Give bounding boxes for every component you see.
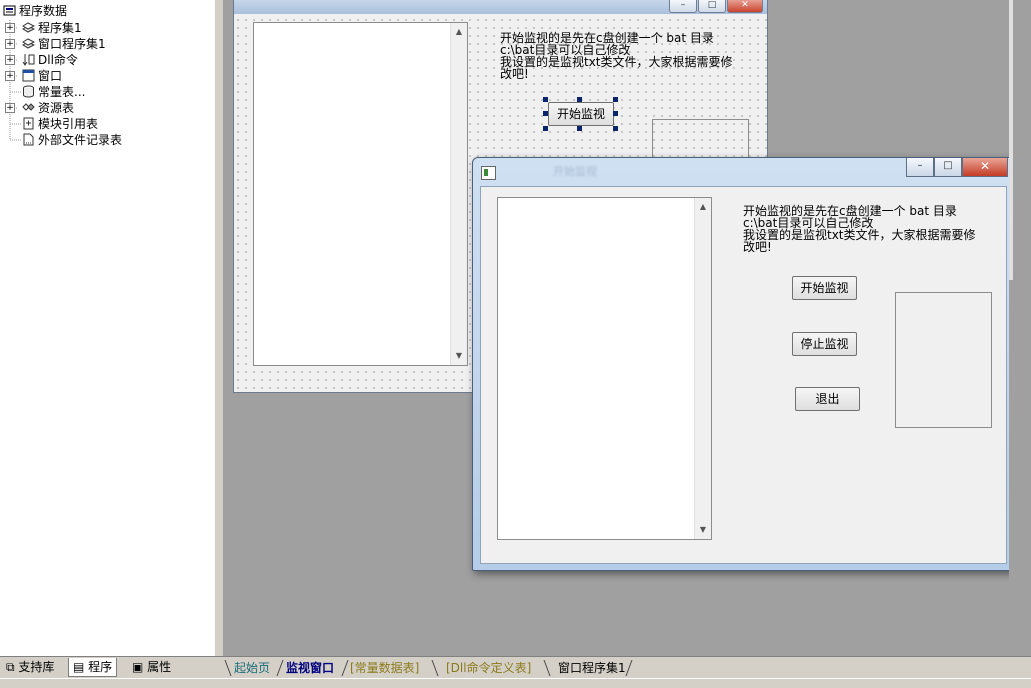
selection-handle[interactable] xyxy=(577,97,582,102)
tab-dll-definitions[interactable]: [Dll命令定义表] xyxy=(446,660,531,676)
tab-support-library[interactable]: ⧉ 支持库 xyxy=(2,658,58,676)
tab-start-page[interactable]: 起始页 xyxy=(234,660,270,676)
properties-icon: ▣ xyxy=(132,660,144,674)
selection-handle[interactable] xyxy=(543,111,548,116)
designer-info-line: 我设置的是监视txt类文件，大家根据需要修 xyxy=(500,55,733,69)
tree-item-resources[interactable]: 资源表 xyxy=(22,100,74,116)
expand-icon[interactable]: + xyxy=(5,71,15,81)
tab-program[interactable]: ▤ 程序 xyxy=(68,658,118,677)
tab-label: [常量数据表] xyxy=(350,661,420,675)
stop-monitor-button[interactable]: 停止监视 xyxy=(792,332,857,356)
splitter[interactable] xyxy=(214,0,223,656)
exit-button[interactable]: 退出 xyxy=(795,387,860,411)
scroll-up-icon[interactable]: ▲ xyxy=(695,200,711,214)
running-window: 开始监视 – □ ✕ ▲ ▼ 开始监视的是先在c盘创建一个 bat 目录 c:\… xyxy=(472,157,1015,571)
window-icon xyxy=(22,69,35,82)
stack-icon: ⧉ xyxy=(6,660,15,674)
resources-icon xyxy=(22,101,35,114)
tree-item-dll-commands[interactable]: Dll命令 xyxy=(22,52,78,68)
workspace-edge xyxy=(1009,0,1031,656)
start-monitor-button[interactable]: 开始监视 xyxy=(792,276,857,300)
tab-properties[interactable]: ▣ 属性 xyxy=(128,658,175,676)
tree-item-external-files[interactable]: 外部文件记录表 xyxy=(22,132,122,148)
tree-item-module-references[interactable]: 模块引用表 xyxy=(22,116,98,132)
tab-monitor-window[interactable]: 监视窗口 xyxy=(286,660,334,676)
tab-label: 起始页 xyxy=(234,661,271,675)
database-icon xyxy=(22,85,35,98)
designer-start-button[interactable]: 开始监视 xyxy=(548,102,614,126)
designer-titlebar: – □ ✕ xyxy=(234,0,767,14)
scrollbar[interactable]: ▲ ▼ xyxy=(450,23,467,365)
close-icon[interactable]: ✕ xyxy=(727,0,763,13)
dll-command-icon xyxy=(22,53,35,66)
tab-label: 程序 xyxy=(88,660,113,674)
expand-icon[interactable]: + xyxy=(5,39,15,49)
frame-box xyxy=(895,292,992,428)
scroll-down-icon[interactable]: ▼ xyxy=(451,349,467,363)
expand-icon[interactable]: + xyxy=(5,103,15,113)
stack-icon xyxy=(22,37,36,50)
scrollbar[interactable]: ▲ ▼ xyxy=(694,198,711,539)
close-icon[interactable]: ✕ xyxy=(962,158,1008,177)
program-tree-panel: 程序数据 + 程序集1 + 窗口程序集1 + Dll命令 + 窗口 常量表...… xyxy=(0,0,215,656)
selection-handle[interactable] xyxy=(613,111,618,116)
stack-icon xyxy=(22,21,36,34)
maximize-icon[interactable]: □ xyxy=(934,158,962,177)
scroll-up-icon[interactable]: ▲ xyxy=(451,25,467,39)
designer-info-line: 改吧! xyxy=(500,67,529,81)
tab-label: 窗口程序集1 xyxy=(558,661,626,675)
tab-label: 监视窗口 xyxy=(286,661,335,675)
document-tabs: 起始页 监视窗口 [常量数据表] [Dll命令定义表] 窗口程序集1 xyxy=(222,656,1031,679)
tab-label: [Dll命令定义表] xyxy=(446,661,532,675)
expand-icon[interactable]: + xyxy=(5,23,15,33)
tree-item-label: 程序集1 xyxy=(38,21,82,35)
selection-handle[interactable] xyxy=(613,126,618,131)
maximize-icon[interactable]: □ xyxy=(698,0,726,13)
tree-item-label: 常量表... xyxy=(38,85,86,99)
tree-item-program-set[interactable]: 程序集1 xyxy=(22,20,82,36)
module-reference-icon xyxy=(22,117,35,130)
tree-item-label: 模块引用表 xyxy=(38,117,99,131)
tree-item-label: 外部文件记录表 xyxy=(38,133,123,147)
tab-label: 支持库 xyxy=(18,660,55,674)
info-line: 改吧! xyxy=(743,240,772,254)
app-icon xyxy=(481,166,496,180)
minimize-icon[interactable]: – xyxy=(669,0,697,13)
tree-item-constants[interactable]: 常量表... xyxy=(22,84,85,100)
selection-handle[interactable] xyxy=(543,97,548,102)
file-change-listbox[interactable]: ▲ ▼ xyxy=(497,197,712,540)
program-icon: ▤ xyxy=(73,660,85,674)
tree-item-label: 窗口 xyxy=(38,69,63,83)
window-title: 开始监视 xyxy=(553,165,597,178)
tree-item-label: 窗口程序集1 xyxy=(38,37,106,51)
tree-item-label: Dll命令 xyxy=(38,53,78,67)
info-line: 我设置的是监视txt类文件，大家根据需要修 xyxy=(743,228,976,242)
window-client-area: ▲ ▼ 开始监视的是先在c盘创建一个 bat 目录 c:\bat目录可以自己修改… xyxy=(480,186,1007,564)
file-icon xyxy=(22,133,35,146)
tab-label: 属性 xyxy=(147,660,172,674)
tree-item-window[interactable]: 窗口 xyxy=(22,68,62,84)
selection-handle[interactable] xyxy=(543,126,548,131)
selection-handle[interactable] xyxy=(613,97,618,102)
left-panel-tabs: ⧉ 支持库 ▤ 程序 ▣ 属性 xyxy=(0,656,222,679)
expand-icon[interactable]: + xyxy=(5,55,15,65)
designer-listbox[interactable]: ▲ ▼ xyxy=(253,22,468,366)
tree-item-window-program-set[interactable]: 窗口程序集1 xyxy=(22,36,106,52)
minimize-icon[interactable]: – xyxy=(906,158,934,177)
tab-window-program-set[interactable]: 窗口程序集1 xyxy=(558,660,626,676)
tree-item-label: 资源表 xyxy=(38,101,75,115)
selection-handle[interactable] xyxy=(577,126,582,131)
scroll-down-icon[interactable]: ▼ xyxy=(695,523,711,537)
tab-constants-table[interactable]: [常量数据表] xyxy=(350,660,419,676)
